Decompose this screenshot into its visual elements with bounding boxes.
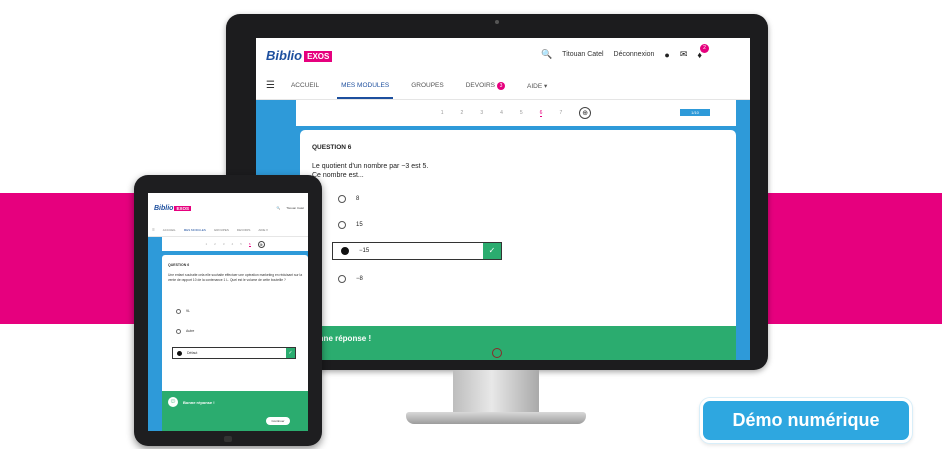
tablet-screen: Biblio EXOS 🔍 Titouan Catel ☰ ACCUEIL MES… [148,193,308,431]
step-5[interactable]: 5 [520,110,523,116]
stats-icon[interactable]: ⊕ [579,107,592,119]
nav-groupes[interactable]: GROUPES [411,82,444,89]
step-1[interactable]: 1 [441,110,444,116]
radio-icon [338,195,346,203]
step-4[interactable]: 4 [500,110,503,116]
step-3[interactable]: 3 [480,110,483,116]
radio-icon [176,328,181,334]
user-name[interactable]: Titouan Catel [562,51,603,58]
tablet-nav: ☰ ACCUEIL MES MODULES GROUPES DEVOIRS AI… [148,223,308,237]
stats-icon[interactable]: ⊕ [257,240,265,248]
biblio-exos-logo[interactable]: Biblio EXOS [266,48,333,63]
answer-option[interactable]: −8 [338,270,508,288]
notification-badge: 2 [700,43,709,53]
question-progress: 1 2 3 4 5 6 7 ⊕ [296,100,736,126]
answer-option-selected[interactable]: −15 ✓ [332,242,502,260]
answer-option[interactable]: Autre [176,325,300,337]
nav-devoirs[interactable]: DEVOIRS 3 [466,81,505,90]
answer-option[interactable]: 15 [338,216,508,234]
devoirs-count-badge: 3 [496,81,505,90]
header-actions: 🔍 Titouan Catel Déconnexion ● ✉ ♦ 2 [541,43,709,60]
nav-devoirs[interactable]: DEVOIRS [237,228,251,232]
exercise-area: 1 2 3 4 5 6 7 ⊕ 1/10 QUESTION 6 Le quoti… [256,100,750,360]
app-header: Biblio EXOS 🔍 Titouan Catel Déconnexion ●… [256,38,750,72]
question-text: Une enfant souhaite cela elle souhaite e… [168,273,303,282]
webcam [495,20,499,24]
step[interactable]: 1 [205,242,207,246]
smiley-icon: ☺ [168,397,178,407]
question-title: QUESTION 6 [312,144,352,151]
nav-mes-modules[interactable]: MES MODULES [337,82,394,99]
answer-option[interactable]: 9L [176,305,300,317]
mail-icon[interactable]: ✉ [680,49,688,60]
monitor-stand-neck [453,370,539,414]
nav-groupes[interactable]: GROUPES [214,228,229,232]
nav-accueil[interactable]: ACCUEIL [163,228,176,232]
radio-icon [177,350,182,356]
step-7[interactable]: 7 [559,110,562,116]
score-ribbon: 1/10 [680,109,710,116]
tablet-device: Biblio EXOS 🔍 Titouan Catel ☰ ACCUEIL MES… [134,175,322,446]
promo-stage: Biblio EXOS 🔍 Titouan Catel Déconnexion ●… [0,0,942,449]
check-icon: ✓ [483,243,501,259]
main-nav: ☰ ACCUEIL MES MODULES GROUPES DEVOIRS 3 A… [256,72,750,100]
user-icon[interactable]: ● [664,50,669,60]
radio-icon [176,308,181,314]
tablet-header-actions: 🔍 Titouan Catel [277,206,304,210]
step[interactable]: 3 [223,242,225,246]
logout-link[interactable]: Déconnexion [614,51,655,58]
step[interactable]: 4 [232,242,234,246]
result-banner: ☺ Bonne réponse ! [162,391,308,413]
nav-aide[interactable]: AIDE ▾ [527,82,547,90]
search-icon[interactable]: 🔍 [541,49,552,60]
tablet-question-card: QUESTION 6 Une enfant souhaite cela elle… [162,255,308,431]
radio-icon [338,275,346,283]
answer-option-selected[interactable]: Défaut ✓ [172,347,296,359]
question-card: QUESTION 6 Le quotient d'un nombre par −… [300,130,736,360]
home-button[interactable] [224,436,232,442]
step-6-current[interactable]: 6 [539,110,543,117]
power-icon [492,348,502,358]
radio-icon [338,221,346,229]
tablet-progress: 1 2 3 4 5 6 ⊕ [162,237,308,251]
check-icon: ✓ [286,348,295,358]
step-current[interactable]: 6 [248,242,251,247]
answer-option[interactable]: 8 [338,190,508,208]
search-icon[interactable]: 🔍 [277,206,281,210]
step[interactable]: 5 [240,242,242,246]
step-2[interactable]: 2 [461,110,464,116]
step[interactable]: 2 [214,242,216,246]
menu-icon[interactable]: ☰ [266,80,275,91]
nav-mes-modules[interactable]: MES MODULES [184,228,206,232]
tablet-footer: Continuer [162,413,308,431]
result-banner: Bonne réponse ! [300,326,736,360]
tablet-exercise-area: 1 2 3 4 5 6 ⊕ QUESTION 6 Une enfant souh… [148,237,308,431]
biblio-exos-logo[interactable]: Biblio EXOS [154,205,191,212]
continue-button[interactable]: Continuer [266,417,290,425]
nav-aide[interactable]: AIDE ▾ [258,228,267,232]
menu-icon[interactable]: ☰ [152,228,155,232]
monitor-stand-foot [406,412,586,424]
desktop-screen: Biblio EXOS 🔍 Titouan Catel Déconnexion ●… [256,38,750,360]
bell-icon[interactable]: ♦ 2 [697,43,709,60]
question-title: QUESTION 6 [168,263,190,267]
radio-icon [341,247,349,255]
user-name[interactable]: Titouan Catel [286,206,304,210]
demo-numerique-badge[interactable]: Démo numérique [700,398,912,443]
nav-accueil[interactable]: ACCUEIL [291,82,319,89]
question-text: Le quotient d'un nombre par −3 est 5. Ce… [312,163,429,179]
